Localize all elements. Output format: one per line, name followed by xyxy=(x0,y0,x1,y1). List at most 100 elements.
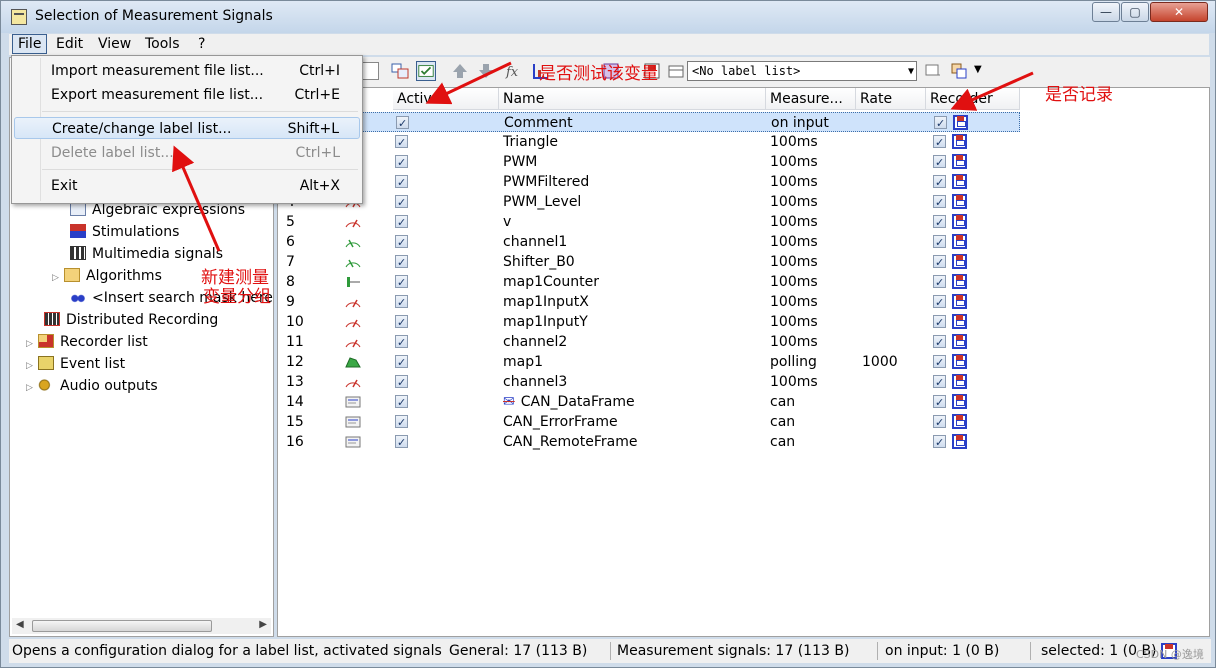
active-checkbox[interactable] xyxy=(395,433,408,453)
table-row[interactable]: 12 map1 polling 1000 xyxy=(278,352,1020,373)
menu-item-export[interactable]: Export measurement file list... Ctrl+E xyxy=(14,84,360,106)
table-row[interactable]: 10 map1InputY 100ms xyxy=(278,312,1020,333)
recorder-icon[interactable] xyxy=(952,314,967,329)
table-row[interactable]: Comment on input xyxy=(278,112,1020,134)
recorder-checkbox[interactable] xyxy=(933,433,946,453)
recorder-icon[interactable] xyxy=(952,334,967,349)
active-checkbox[interactable] xyxy=(395,373,408,393)
table-row[interactable]: 9 map1InputX 100ms xyxy=(278,292,1020,313)
measure-cell[interactable]: 100ms xyxy=(770,272,818,292)
active-checkbox[interactable] xyxy=(395,313,408,333)
active-checkbox[interactable] xyxy=(395,253,408,273)
menu-item-import[interactable]: Import measurement file list... Ctrl+I xyxy=(14,60,360,82)
recorder-checkbox[interactable] xyxy=(933,273,946,293)
measure-cell[interactable]: on input xyxy=(771,113,829,133)
active-checkbox[interactable] xyxy=(395,413,408,433)
recorder-icon[interactable] xyxy=(952,274,967,289)
expand-icon[interactable]: ▷ xyxy=(26,356,38,376)
recorder-icon[interactable] xyxy=(953,115,968,130)
recorder-icon[interactable] xyxy=(952,434,967,449)
recorder-checkbox[interactable] xyxy=(933,133,946,153)
tree-item-stimulations[interactable]: Stimulations xyxy=(70,222,179,242)
table-row[interactable]: PWMFiltered 100ms xyxy=(278,172,1020,193)
expand-icon[interactable]: ▷ xyxy=(26,378,38,398)
measure-cell[interactable]: can xyxy=(770,412,795,432)
table-row[interactable]: 16 CAN_RemoteFrame can xyxy=(278,432,1020,453)
recorder-checkbox[interactable] xyxy=(933,173,946,193)
menu-view[interactable]: View xyxy=(98,36,131,52)
recorder-checkbox[interactable] xyxy=(933,233,946,253)
measure-cell[interactable]: polling xyxy=(770,352,817,372)
recorder-checkbox[interactable] xyxy=(933,393,946,413)
measure-cell[interactable]: 100ms xyxy=(770,372,818,392)
label-list-dropdown[interactable]: <No label list> ▼ xyxy=(687,61,917,81)
recorder-icon[interactable] xyxy=(952,194,967,209)
recorder-icon[interactable] xyxy=(952,174,967,189)
tree-item-algorithms[interactable]: ▷ Algorithms xyxy=(52,266,162,286)
table-row[interactable]: 6 channel1 100ms xyxy=(278,232,1020,253)
recorder-icon[interactable] xyxy=(952,374,967,389)
measure-cell[interactable]: 100ms xyxy=(770,332,818,352)
column-name[interactable]: Name xyxy=(499,88,766,110)
measure-cell[interactable]: 100ms xyxy=(770,312,818,332)
recorder-icon[interactable] xyxy=(952,234,967,249)
active-checkbox[interactable] xyxy=(395,273,408,293)
recorder-icon[interactable] xyxy=(952,154,967,169)
recorder-checkbox[interactable] xyxy=(933,253,946,273)
horizontal-scrollbar[interactable]: ◀ ▶ xyxy=(12,618,271,634)
expand-icon[interactable]: ▷ xyxy=(26,334,38,354)
rate-cell[interactable]: 1000 xyxy=(862,352,898,372)
recorder-checkbox[interactable] xyxy=(933,293,946,313)
recorder-checkbox[interactable] xyxy=(933,153,946,173)
recorder-icon[interactable] xyxy=(952,214,967,229)
tree-item-event-list[interactable]: ▷ Event list xyxy=(26,354,125,374)
maximize-button[interactable]: ▢ xyxy=(1121,2,1149,22)
recorder-icon[interactable] xyxy=(952,414,967,429)
recorder-icon[interactable] xyxy=(952,254,967,269)
menu-tools[interactable]: Tools xyxy=(145,36,180,52)
measure-cell[interactable]: 100ms xyxy=(770,232,818,252)
recorder-checkbox[interactable] xyxy=(933,313,946,333)
tree-item-multimedia[interactable]: Multimedia signals xyxy=(70,244,223,264)
active-toggle-icon[interactable] xyxy=(416,61,436,81)
scroll-left-icon[interactable]: ◀ xyxy=(16,619,24,630)
tree-item-distributed[interactable]: Distributed Recording xyxy=(44,310,218,330)
table-icon[interactable] xyxy=(666,61,686,81)
measure-cell[interactable]: can xyxy=(770,392,795,412)
table-row[interactable]: 7 Shifter_B0 100ms xyxy=(278,252,1020,273)
column-recorder[interactable]: Recorder xyxy=(926,88,1020,110)
recorder-icon[interactable] xyxy=(952,294,967,309)
table-row[interactable]: Triangle 100ms xyxy=(278,132,1020,153)
table-row[interactable]: 15 CAN_ErrorFrame can xyxy=(278,412,1020,433)
active-checkbox[interactable] xyxy=(396,114,409,134)
active-checkbox[interactable] xyxy=(395,293,408,313)
move-up-icon[interactable] xyxy=(450,61,470,81)
table-row[interactable]: 4PWM_Level100ms xyxy=(278,192,1020,213)
measure-cell[interactable]: 100ms xyxy=(770,152,818,172)
column-rate[interactable]: Rate xyxy=(856,88,926,110)
table-row[interactable]: PWM 100ms xyxy=(278,152,1020,173)
active-checkbox[interactable] xyxy=(395,193,408,213)
measure-cell[interactable]: 100ms xyxy=(770,252,818,272)
menu-file[interactable]: File xyxy=(12,34,48,54)
recorder-checkbox[interactable] xyxy=(933,373,946,393)
tree-item-recorder-list[interactable]: ▷ Recorder list xyxy=(26,332,148,352)
scroll-right-icon[interactable]: ▶ xyxy=(259,619,267,630)
column-active[interactable]: Active xyxy=(393,88,499,110)
active-checkbox[interactable] xyxy=(395,133,408,153)
active-checkbox[interactable] xyxy=(395,173,408,193)
measure-cell[interactable]: 100ms xyxy=(770,172,818,192)
measure-cell[interactable]: 100ms xyxy=(770,132,818,152)
signal-list-icon[interactable] xyxy=(390,61,410,81)
active-checkbox[interactable] xyxy=(395,213,408,233)
table-row[interactable]: 14 ✉ CAN_DataFrame can xyxy=(278,392,1020,413)
menu-help[interactable]: ? xyxy=(198,36,205,52)
recorder-checkbox[interactable] xyxy=(933,413,946,433)
scroll-thumb[interactable] xyxy=(32,620,212,632)
close-button[interactable]: ✕ xyxy=(1150,2,1208,22)
move-down-icon[interactable] xyxy=(476,61,496,81)
recorder-checkbox[interactable] xyxy=(933,193,946,213)
active-checkbox[interactable] xyxy=(395,353,408,373)
active-checkbox[interactable] xyxy=(395,153,408,173)
menu-item-create-label-list[interactable]: Create/change label list... Shift+L xyxy=(14,117,360,139)
